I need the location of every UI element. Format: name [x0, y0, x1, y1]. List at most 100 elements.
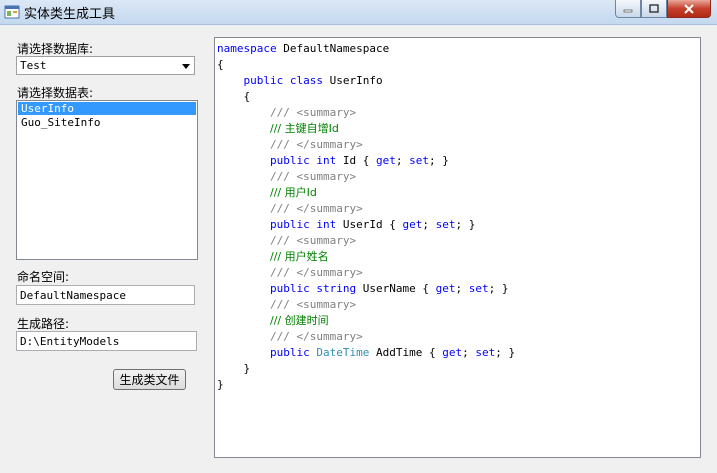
code-line: {: [217, 89, 251, 105]
code-punct: ;: [462, 346, 476, 359]
path-label: 生成路径:: [17, 317, 70, 331]
code-keyword: public: [269, 346, 310, 359]
code-line: public class UserInfo: [217, 73, 383, 89]
code-comment: <summary>: [296, 298, 357, 311]
code-brace: {: [382, 218, 403, 231]
code-line: {: [217, 57, 224, 73]
code-line: }: [217, 361, 251, 377]
code-keyword: public: [269, 154, 310, 167]
code-comment: ///: [269, 266, 297, 279]
code-comment: ///: [269, 138, 297, 151]
code-comment: <summary>: [296, 170, 357, 183]
code-comment: ///: [269, 106, 297, 119]
code-keyword: public: [269, 282, 310, 295]
code-keyword: int: [309, 218, 337, 231]
code-comment: <summary>: [296, 234, 357, 247]
path-input[interactable]: D:\EntityModels: [16, 331, 197, 351]
database-select-value: Test: [20, 59, 47, 72]
code-keyword: public: [269, 218, 310, 231]
code-keyword: set: [435, 218, 456, 231]
code-line: /// <summary>: [217, 169, 356, 185]
code-keyword: class: [283, 74, 323, 87]
code-type: DateTime: [309, 346, 370, 359]
table-list-item-userinfo[interactable]: UserInfo: [18, 102, 196, 115]
generate-button[interactable]: 生成类文件: [113, 369, 186, 390]
app-icon: [4, 5, 20, 19]
code-punct: ;: [455, 282, 469, 295]
code-comment-text: 创建时间: [284, 314, 329, 327]
database-select[interactable]: Test: [16, 56, 195, 75]
code-comment: ///: [269, 122, 285, 135]
code-comment: ///: [269, 250, 285, 263]
code-brace: {: [356, 154, 376, 167]
code-property-name: UserName: [356, 282, 416, 295]
code-comment-text: 主键自增Id: [284, 122, 339, 135]
code-keyword: get: [402, 218, 423, 231]
code-brace: {: [243, 90, 251, 103]
code-output[interactable]: namespace DefaultNamespace { public clas…: [214, 37, 701, 458]
table-list-item-guo-siteinfo[interactable]: Guo_SiteInfo: [18, 116, 196, 129]
code-property-name: AddTime: [369, 346, 423, 359]
maximize-icon: [649, 3, 659, 13]
code-comment-text: 用户姓名: [284, 250, 329, 263]
code-brace: ; }: [488, 282, 509, 295]
database-label: 请选择数据库:: [17, 42, 94, 56]
code-comment: ///: [269, 186, 285, 199]
window-title: 实体类生成工具: [24, 7, 116, 22]
code-line: public string UserName { get; set; }: [217, 281, 508, 297]
code-line: /// </summary>: [217, 265, 363, 281]
code-brace: }: [243, 362, 251, 375]
code-brace: ; }: [495, 346, 516, 359]
code-comment: ///: [269, 330, 297, 343]
code-keyword: public: [243, 74, 284, 87]
code-keyword: int: [309, 154, 337, 167]
table-label: 请选择数据表:: [17, 86, 94, 100]
code-comment: </summary>: [296, 330, 363, 343]
code-property-name: Id: [336, 154, 357, 167]
code-brace: }: [217, 378, 224, 391]
code-comment: ///: [269, 298, 297, 311]
code-brace: ; }: [455, 218, 476, 231]
code-comment: ///: [269, 170, 297, 183]
table-list[interactable]: UserInfo Guo_SiteInfo: [16, 100, 198, 260]
namespace-input[interactable]: DefaultNamespace: [16, 285, 195, 305]
code-keyword: set: [468, 282, 489, 295]
code-line: /// <summary>: [217, 105, 356, 121]
code-comment: </summary>: [296, 202, 363, 215]
code-line: public DateTime AddTime { get; set; }: [217, 345, 515, 361]
code-keyword: get: [375, 154, 396, 167]
close-button[interactable]: [667, 0, 711, 18]
code-brace: {: [217, 58, 224, 71]
code-line: namespace DefaultNamespace: [217, 41, 389, 57]
code-keyword: string: [309, 282, 357, 295]
code-comment: ///: [269, 314, 285, 327]
code-brace: {: [415, 282, 436, 295]
title-bar[interactable]: 实体类生成工具: [0, 0, 717, 25]
code-line: /// </summary>: [217, 201, 363, 217]
maximize-button[interactable]: [641, 0, 667, 18]
code-keyword: set: [475, 346, 496, 359]
code-keyword: get: [442, 346, 463, 359]
code-line: /// 主键自增Id: [217, 121, 339, 137]
code-comment: <summary>: [296, 106, 357, 119]
window-controls: [615, 0, 711, 18]
code-line: public int UserId { get; set; }: [217, 217, 475, 233]
code-comment: </summary>: [296, 266, 363, 279]
minimize-icon: [623, 9, 633, 12]
chevron-down-icon: [182, 64, 190, 69]
minimize-button[interactable]: [615, 0, 641, 18]
code-line: /// </summary>: [217, 329, 363, 345]
code-punct: ;: [395, 154, 410, 167]
code-keyword: namespace: [217, 42, 277, 55]
code-brace: {: [422, 346, 443, 359]
close-icon: [684, 3, 694, 14]
code-comment: ///: [269, 234, 297, 247]
code-namespace-name: DefaultNamespace: [276, 42, 390, 55]
code-line: /// <summary>: [217, 233, 356, 249]
code-line: /// <summary>: [217, 297, 356, 313]
code-keyword: set: [409, 154, 429, 167]
code-line: /// </summary>: [217, 137, 363, 153]
code-comment: </summary>: [296, 138, 363, 151]
code-class-name: UserInfo: [323, 74, 383, 87]
code-punct: ;: [422, 218, 436, 231]
